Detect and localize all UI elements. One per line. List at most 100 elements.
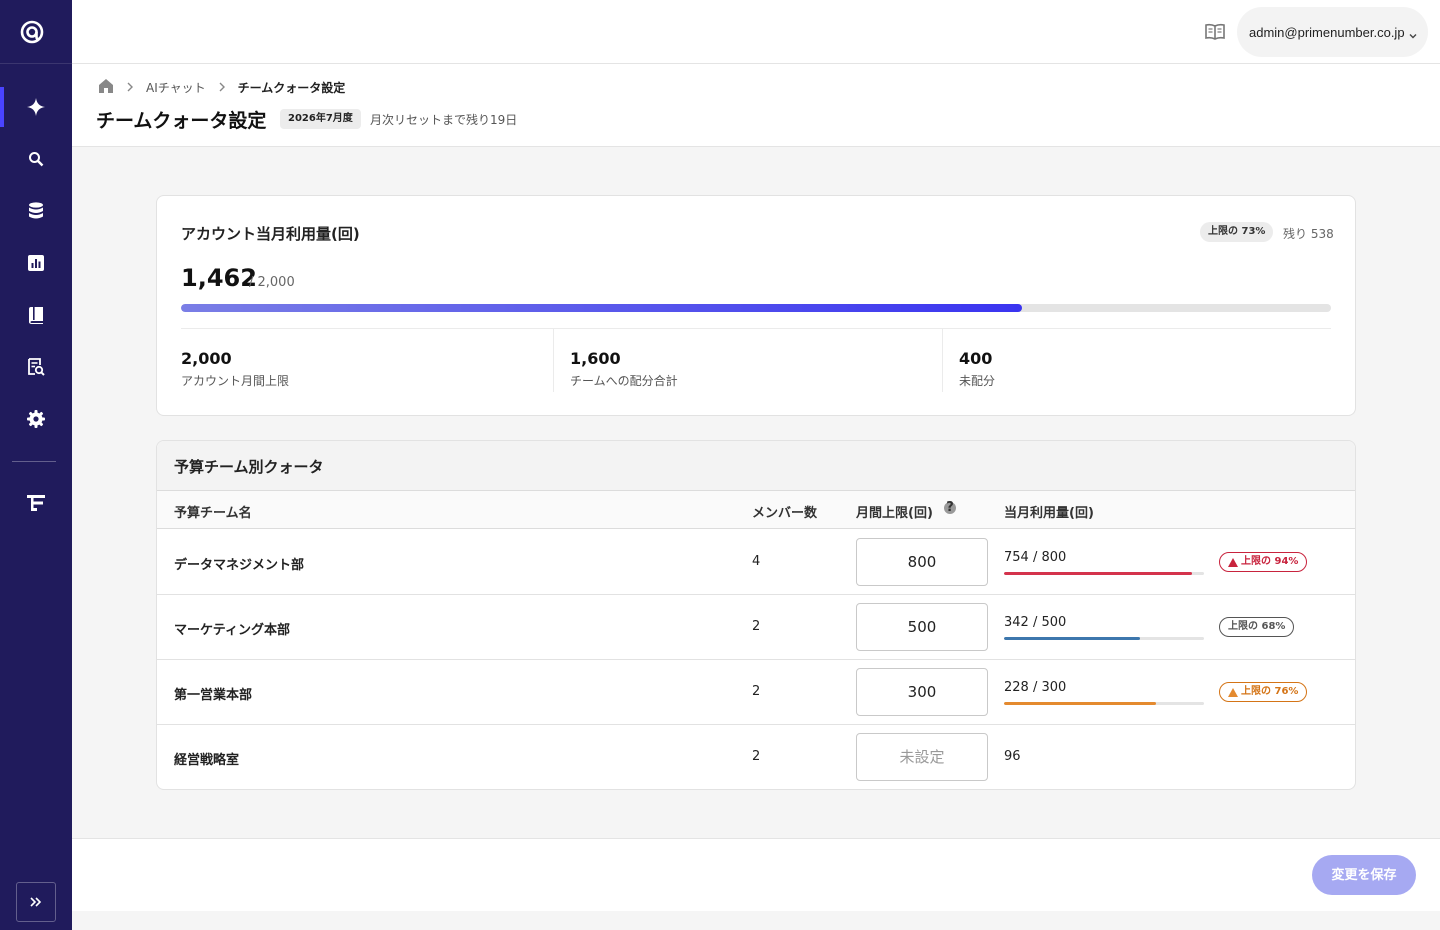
column-header-limit: 月間上限(回) — [856, 506, 933, 521]
status-badge-label: 上限の 94% — [1241, 556, 1299, 567]
page-title: チームクォータ設定 — [96, 110, 267, 132]
breadcrumb-link-ai-chat[interactable]: AIチャット — [146, 79, 206, 96]
sidebar-item-ai-chat[interactable] — [0, 87, 72, 127]
sidebar-expand-button[interactable] — [16, 882, 56, 922]
stat-account-limit: 2,000 アカウント月間上限 — [181, 329, 553, 392]
account-usage-card: アカウント当月利用量(回) 上限の 73% 残り 538 1,462 / 2,0… — [156, 195, 1356, 416]
app-logo-icon[interactable] — [18, 18, 46, 46]
table-row: データマネジメント部 4 800 754 / 800 上限の 94% — [157, 530, 1355, 595]
usage-title: アカウント当月利用量(回) — [181, 225, 360, 243]
usage-remaining: 残り 538 — [1283, 227, 1334, 241]
usage-limit-badge: 上限の 73% — [1200, 222, 1274, 242]
stat-value: 2,000 — [181, 349, 232, 368]
usage-used-value: 1,462 — [181, 264, 257, 292]
sidebar-item-docs[interactable] — [0, 295, 72, 335]
usage-value: 228 / 300 — [1004, 680, 1067, 695]
warning-icon — [1228, 557, 1238, 567]
sidebar-item-pipeline[interactable] — [0, 483, 72, 523]
gear-icon — [27, 410, 45, 428]
stat-label: チームへの配分合計 — [570, 374, 678, 388]
status-badge-danger: 上限の 94% — [1219, 552, 1308, 572]
chevron-right-icon — [218, 82, 226, 92]
flow-icon — [27, 495, 45, 511]
chevron-right-icon — [126, 82, 134, 92]
column-header-used: 当月利用量(回) — [1004, 506, 1094, 521]
usage-value: 754 / 800 — [1004, 550, 1067, 565]
status-badge: 上限の 68% — [1219, 617, 1295, 637]
stat-unallocated: 400 未配分 — [942, 329, 1331, 392]
sparkle-icon — [27, 98, 45, 116]
team-quota-card: 予算チーム別クォータ 予算チーム名 メンバー数 月間上限(回) ? 当月利用量(… — [156, 440, 1356, 790]
table-row: マーケティング本部 2 500 342 / 500 上限の 68% — [157, 595, 1355, 660]
team-usage-bar — [1004, 702, 1204, 705]
table-row: 経営戦略室 2 未設定 96 — [157, 725, 1355, 789]
sidebar-item-search[interactable] — [0, 139, 72, 179]
help-icon[interactable]: ? — [944, 501, 956, 514]
stat-label: アカウント月間上限 — [181, 374, 290, 388]
usage-stats: 2,000 アカウント月間上限 1,600 チームへの配分合計 400 未配分 — [181, 328, 1331, 392]
database-icon — [29, 202, 43, 219]
quota-card-header: 予算チーム別クォータ — [157, 441, 1355, 491]
team-usage-bar — [1004, 572, 1204, 575]
usage-progress-fill — [181, 304, 1022, 312]
save-button[interactable]: 変更を保存 — [1312, 855, 1416, 895]
column-header-members: メンバー数 — [752, 506, 818, 521]
sidebar-separator — [12, 461, 56, 462]
usage-value: 342 / 500 — [1004, 615, 1067, 630]
sidebar-item-database[interactable] — [0, 191, 72, 231]
chevron-down-icon — [1408, 26, 1418, 45]
member-count: 4 — [752, 554, 761, 569]
member-count: 2 — [752, 619, 761, 634]
sidebar-item-settings[interactable] — [0, 399, 72, 439]
footer-bar: 変更を保存 — [72, 838, 1440, 911]
monthly-limit-input[interactable]: 300 — [856, 668, 988, 716]
warning-icon — [1228, 687, 1238, 697]
monthly-limit-input[interactable]: 500 — [856, 603, 988, 651]
bar-chart-icon — [28, 255, 44, 271]
monthly-limit-input[interactable]: 800 — [856, 538, 988, 586]
member-count: 2 — [752, 749, 761, 764]
table-row: 第一営業本部 2 300 228 / 300 上限の 76% — [157, 660, 1355, 725]
home-icon[interactable] — [98, 78, 114, 97]
usage-value: 96 — [1004, 749, 1021, 764]
double-chevron-right-icon — [30, 897, 42, 907]
status-badge-label: 上限の 76% — [1241, 686, 1299, 697]
user-menu[interactable]: admin@primenumber.co.jp — [1237, 7, 1428, 57]
period-badge: 2026年7月度 — [280, 109, 361, 129]
stat-value: 1,600 — [570, 349, 621, 368]
team-name: マーケティング本部 — [174, 623, 290, 638]
status-badge-label: 上限の 68% — [1228, 621, 1286, 632]
usage-progress-bar — [181, 304, 1331, 312]
search-icon — [29, 152, 44, 167]
team-name: 経営戦略室 — [174, 753, 240, 768]
member-count: 2 — [752, 684, 761, 699]
team-name: 第一営業本部 — [174, 688, 253, 703]
team-name: データマネジメント部 — [174, 558, 305, 573]
quota-title: 予算チーム別クォータ — [174, 458, 324, 476]
reset-note: 月次リセットまで残り19日 — [370, 113, 518, 127]
usage-total-value: / 2,000 — [249, 275, 295, 290]
quota-table-header: 予算チーム名 メンバー数 月間上限(回) ? 当月利用量(回) — [157, 491, 1355, 529]
sidebar-item-audit[interactable] — [0, 347, 72, 387]
stat-label: 未配分 — [959, 374, 996, 388]
open-book-icon[interactable] — [1204, 21, 1226, 43]
team-usage-fill — [1004, 637, 1140, 640]
sidebar-divider — [0, 63, 72, 64]
sidebar-item-reports[interactable] — [0, 243, 72, 283]
user-email: admin@primenumber.co.jp — [1249, 24, 1405, 40]
status-badge-warning: 上限の 76% — [1219, 682, 1308, 702]
sidebar — [0, 0, 72, 930]
column-header-name: 予算チーム名 — [174, 506, 252, 521]
team-usage-fill — [1004, 572, 1192, 575]
book-icon — [29, 306, 43, 324]
document-search-icon — [28, 358, 45, 376]
breadcrumb: AIチャット チームクォータ設定 — [98, 77, 345, 97]
stat-value: 400 — [959, 349, 993, 368]
stat-team-allocation: 1,600 チームへの配分合計 — [553, 329, 942, 392]
breadcrumb-current: チームクォータ設定 — [237, 80, 346, 95]
team-usage-fill — [1004, 702, 1156, 705]
top-bar: admin@primenumber.co.jp — [72, 0, 1440, 64]
team-usage-bar — [1004, 637, 1204, 640]
page-header: AIチャット チームクォータ設定 チームクォータ設定 2026年7月度 月次リセ… — [72, 64, 1440, 147]
monthly-limit-input[interactable]: 未設定 — [856, 733, 988, 781]
